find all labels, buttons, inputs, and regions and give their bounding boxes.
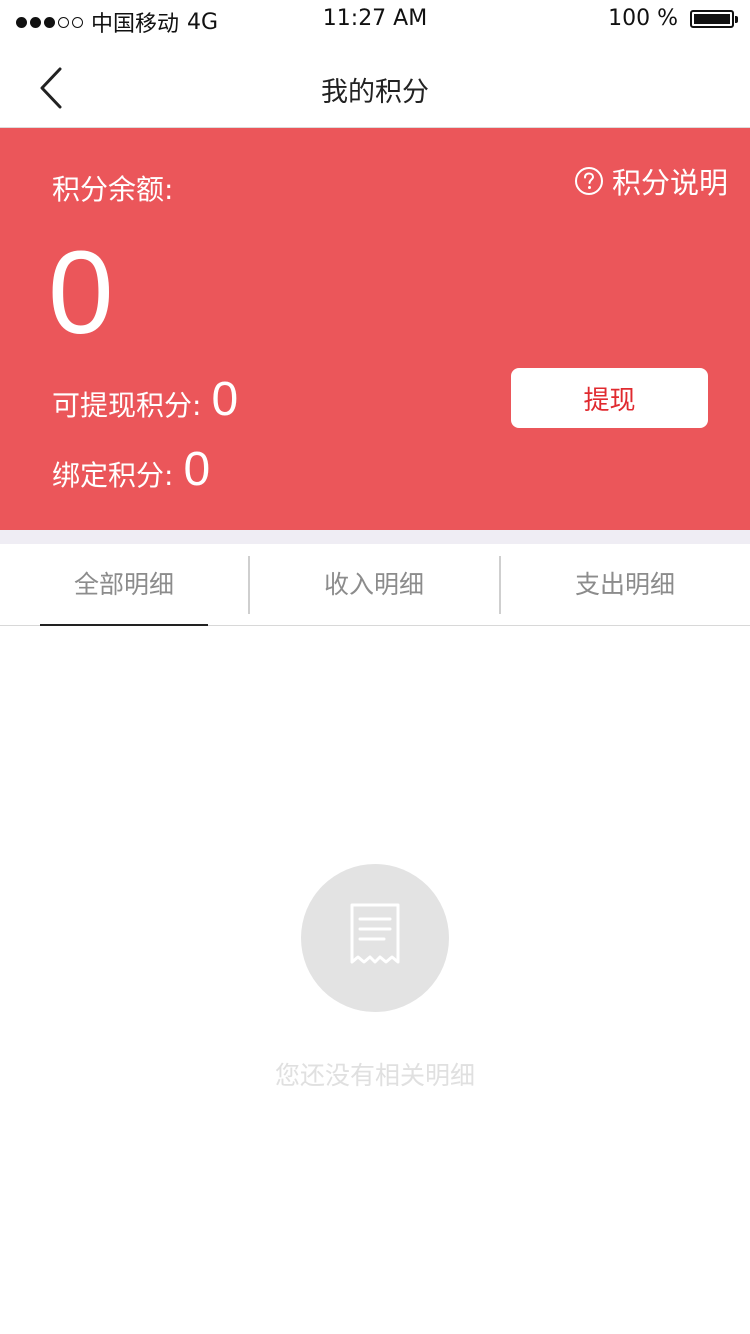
- withdrawable-points-row: 可提现积分: 0: [52, 372, 238, 427]
- points-summary-card: 积分余额: 积分说明 0 可提现积分: 0 绑定积分: 0 提现: [0, 128, 750, 530]
- bound-value: 0: [183, 443, 211, 496]
- status-bar: 中国移动 4G 11:27 AM 100 %: [0, 0, 750, 40]
- question-circle-icon: [574, 167, 603, 195]
- page-title: 我的积分: [321, 77, 429, 108]
- balance-label: 积分余额:: [52, 173, 174, 206]
- empty-state: 您还没有相关明细: [0, 626, 750, 1334]
- empty-icon-circle: [301, 864, 449, 1012]
- withdrawable-value: 0: [211, 373, 239, 426]
- bound-points-row: 绑定积分: 0: [52, 442, 210, 497]
- battery-percent: 100 %: [608, 6, 678, 31]
- explain-label: 积分说明: [611, 166, 728, 200]
- withdraw-button[interactable]: 提现: [511, 368, 708, 428]
- withdrawable-label: 可提现积分:: [52, 389, 202, 422]
- status-right: 100 %: [608, 6, 738, 31]
- detail-tabs: 全部明细 收入明细 支出明细: [0, 544, 750, 626]
- receipt-icon: [350, 903, 400, 964]
- section-divider: [0, 530, 750, 544]
- battery-fill: [694, 13, 730, 24]
- points-explanation-link[interactable]: 积分说明: [574, 160, 728, 202]
- bound-label: 绑定积分:: [52, 459, 174, 492]
- tab-expense-details[interactable]: 支出明细: [500, 544, 750, 626]
- tab-income-details[interactable]: 收入明细: [249, 544, 499, 626]
- tab-all-details[interactable]: 全部明细: [0, 544, 248, 626]
- empty-message: 您还没有相关明细: [274, 1061, 475, 1090]
- battery-icon: [690, 9, 738, 28]
- nav-bar: 我的积分: [0, 40, 750, 128]
- balance-value: 0: [48, 227, 114, 359]
